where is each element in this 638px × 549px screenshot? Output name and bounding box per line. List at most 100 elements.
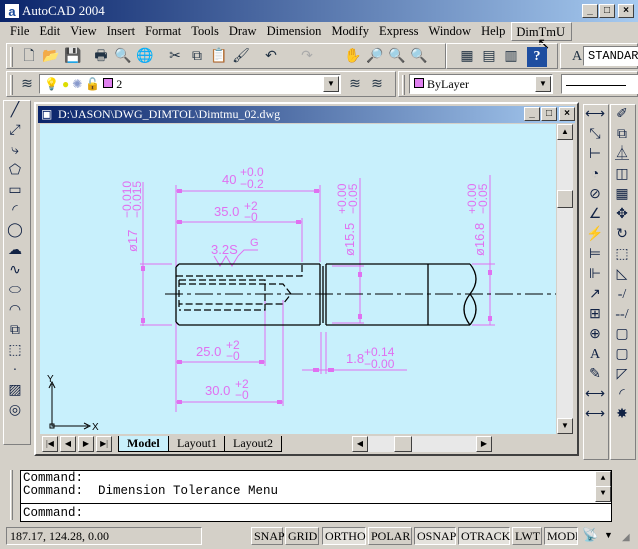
insert-block-icon[interactable]: ⧉ xyxy=(4,321,26,341)
menu-format[interactable]: Format xyxy=(141,22,187,41)
drawing-maximize-button[interactable]: □ xyxy=(541,107,557,121)
layer-previous-icon[interactable]: ≋ xyxy=(367,75,387,95)
layer-select[interactable]: 💡 ● ✺ 🔓 2 ▼ xyxy=(39,74,341,94)
status-menu-arrow-icon[interactable]: ▼ xyxy=(604,530,613,540)
revision-cloud-icon[interactable]: ☁ xyxy=(4,241,26,261)
cut-icon[interactable]: ✂ xyxy=(165,47,185,67)
drawing-minimize-button[interactable]: _ xyxy=(524,107,540,121)
angular-dim-icon[interactable]: ∠ xyxy=(584,205,606,225)
polar-toggle[interactable]: POLAR xyxy=(368,527,412,545)
menu-draw[interactable]: Draw xyxy=(225,22,263,41)
quick-dim-icon[interactable]: ⚡ xyxy=(584,225,606,245)
horizontal-scroll-thumb[interactable] xyxy=(394,436,412,452)
copy-icon[interactable]: ⧉ xyxy=(187,47,207,67)
new-icon[interactable]: 🗋 xyxy=(19,47,39,67)
tab-layout2[interactable]: Layout2 xyxy=(224,436,282,452)
polygon-icon[interactable]: ⬠ xyxy=(4,161,26,181)
linetype-select[interactable] xyxy=(561,74,638,94)
layer-manager-icon[interactable]: ≋ xyxy=(17,75,37,95)
drawing-canvas[interactable]: 40 +0.0 −0.2 35.0 +2 −0 3.2S G ø17 −0.01… xyxy=(40,124,556,434)
help-icon[interactable]: ? xyxy=(527,47,547,67)
mirror-icon[interactable]: ⏅ xyxy=(611,145,633,165)
menu-window[interactable]: Window xyxy=(425,22,478,41)
vertical-scroll-thumb[interactable] xyxy=(557,190,573,208)
zoom-realtime-icon[interactable]: 🔎 xyxy=(365,47,385,67)
command-grip[interactable] xyxy=(10,470,13,520)
autocad-app-icon[interactable]: a xyxy=(4,3,20,19)
prev-tab-button[interactable]: ◀ xyxy=(60,436,76,452)
diameter-dim-icon[interactable]: ⊘ xyxy=(584,185,606,205)
make-object-layer-current-icon[interactable]: ≋ xyxy=(345,75,365,95)
zoom-window-icon[interactable]: 🔍 xyxy=(387,47,407,67)
dim-edit-icon[interactable]: A xyxy=(584,345,606,365)
tolerance-icon[interactable]: ⊞ xyxy=(584,305,606,325)
radius-dim-icon[interactable]: ◔ xyxy=(584,165,606,185)
scroll-down-button[interactable]: ▼ xyxy=(557,418,573,434)
hatch-icon[interactable]: ▨ xyxy=(4,381,26,401)
break-icon[interactable]: ▢ xyxy=(611,325,633,345)
color-dropdown-button[interactable]: ▼ xyxy=(535,76,551,92)
quick-leader-icon[interactable]: ↗ xyxy=(584,285,606,305)
linear-dim-icon[interactable]: ⟷ xyxy=(584,105,606,125)
tab-layout1[interactable]: Layout1 xyxy=(168,436,226,452)
osnap-toggle[interactable]: OSNAP xyxy=(414,527,456,545)
center-mark-icon[interactable]: ⊕ xyxy=(584,325,606,345)
baseline-dim-icon[interactable]: ⊨ xyxy=(584,245,606,265)
command-scroll-up[interactable]: ▲ xyxy=(595,471,611,487)
erase-icon[interactable]: ✐ xyxy=(611,105,633,125)
scale-icon[interactable]: ⬚ xyxy=(611,245,633,265)
redo-icon[interactable]: ↷ xyxy=(297,47,317,67)
dim-update-icon[interactable]: ⟷ xyxy=(584,385,606,405)
close-button[interactable]: × xyxy=(618,4,634,18)
ellipse-icon[interactable]: ⬭ xyxy=(4,281,26,301)
text-style-select[interactable]: STANDAR xyxy=(583,46,638,66)
drawing-close-button[interactable]: × xyxy=(559,107,575,121)
plot-preview-icon[interactable]: 🔍 xyxy=(113,47,133,67)
scroll-left-button[interactable]: ◀ xyxy=(352,436,368,452)
toolbar-grip[interactable] xyxy=(10,47,13,67)
trim-icon[interactable]: -/ xyxy=(611,285,633,305)
dim-text-edit-icon[interactable]: ✎ xyxy=(584,365,606,385)
arc-icon[interactable]: ◜ xyxy=(4,201,26,221)
join-icon[interactable]: ▢ xyxy=(611,345,633,365)
menu-help[interactable]: Help xyxy=(477,22,511,41)
horizontal-scrollbar[interactable]: ◀ ▶ xyxy=(352,436,492,452)
resize-grip-icon[interactable]: ◢ xyxy=(622,532,630,543)
layer-dropdown-button[interactable]: ▼ xyxy=(323,76,339,92)
menu-express[interactable]: Express xyxy=(375,22,425,41)
match-properties-icon[interactable]: 🖌 xyxy=(231,47,251,67)
tab-model[interactable]: Model xyxy=(118,436,169,452)
move-icon[interactable]: ✥ xyxy=(611,205,633,225)
extend-icon[interactable]: --/ xyxy=(611,305,633,325)
menu-dimension[interactable]: Dimension xyxy=(263,22,328,41)
color-select[interactable]: ByLayer ▼ xyxy=(409,74,553,94)
menu-insert[interactable]: Insert xyxy=(103,22,141,41)
menu-file[interactable]: File xyxy=(6,22,35,41)
spline-icon[interactable]: ∿ xyxy=(4,261,26,281)
region-icon[interactable]: ◎ xyxy=(4,401,26,421)
scroll-up-button[interactable]: ▲ xyxy=(557,124,573,140)
tool-palettes-icon[interactable]: ▥ xyxy=(501,47,521,67)
menu-edit[interactable]: Edit xyxy=(35,22,66,41)
vertical-scrollbar[interactable]: ▲ ▼ xyxy=(557,124,573,434)
menu-tools[interactable]: Tools xyxy=(187,22,225,41)
menu-view[interactable]: View xyxy=(66,22,102,41)
properties-icon[interactable]: ▦ xyxy=(457,47,477,67)
snap-toggle[interactable]: SNAP xyxy=(251,527,285,545)
menu-modify[interactable]: Modify xyxy=(327,22,375,41)
otrack-toggle[interactable]: OTRACK xyxy=(458,527,510,545)
drawing-icon[interactable]: ▣ xyxy=(41,107,52,122)
minimize-button[interactable]: _ xyxy=(582,4,598,18)
publish-icon[interactable]: 🌐 xyxy=(135,47,155,67)
model-toggle[interactable]: MODEL xyxy=(544,527,578,545)
ortho-toggle[interactable]: ORTHO xyxy=(322,527,366,545)
toolbar-grip[interactable] xyxy=(10,75,13,95)
toolbar-grip[interactable] xyxy=(402,75,405,95)
next-tab-button[interactable]: ▶ xyxy=(78,436,94,452)
open-icon[interactable]: 📂 xyxy=(41,47,61,67)
chamfer-icon[interactable]: ◸ xyxy=(611,365,633,385)
copy-object-icon[interactable]: ⧉ xyxy=(611,125,633,145)
circle-icon[interactable]: ◯ xyxy=(4,221,26,241)
design-center-icon[interactable]: ▤ xyxy=(479,47,499,67)
last-tab-button[interactable]: ▶| xyxy=(96,436,112,452)
